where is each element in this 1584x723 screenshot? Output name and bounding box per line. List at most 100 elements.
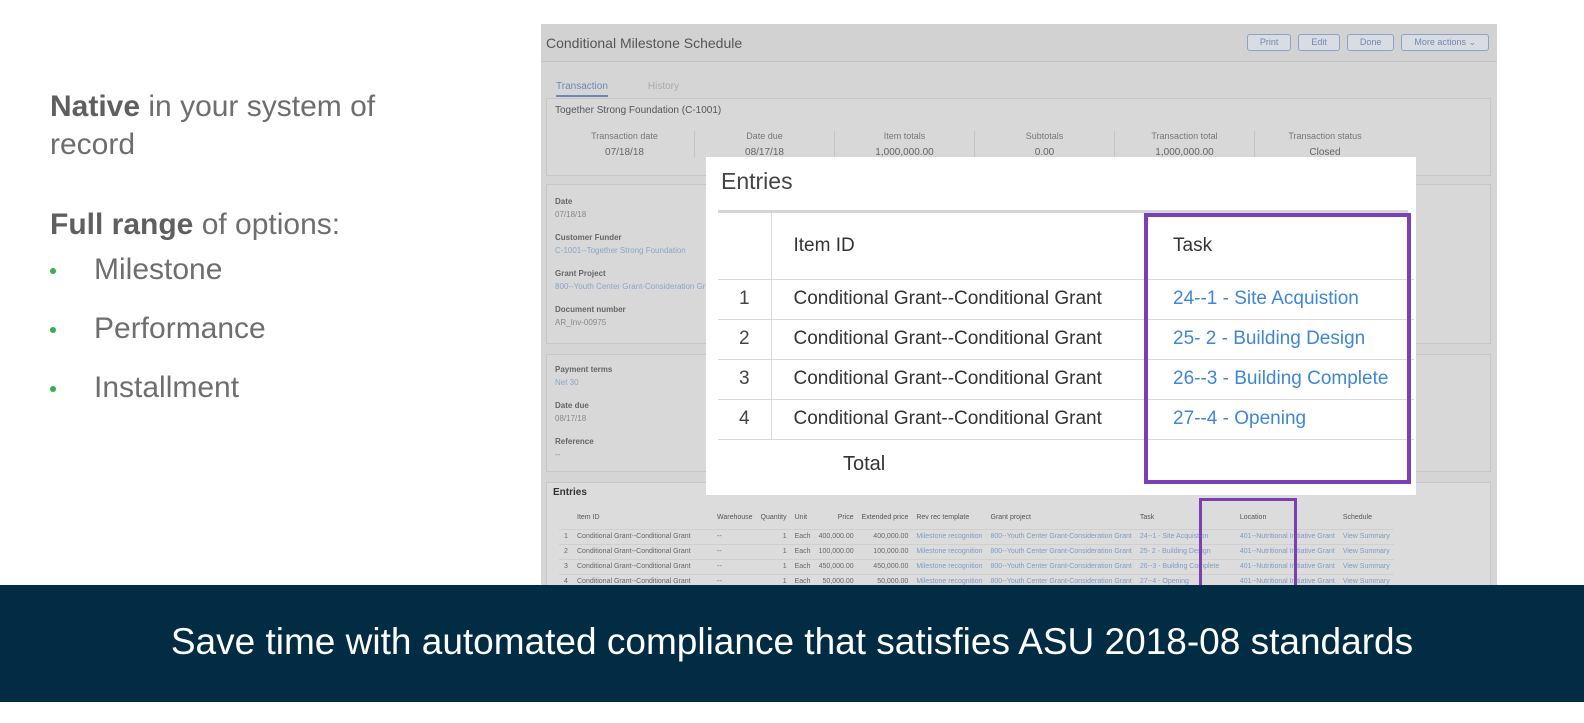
stat-value: 07/18/18 (605, 147, 644, 158)
payment-terms-link[interactable]: Net 30 (555, 378, 612, 387)
native-bold: Native (50, 90, 141, 123)
field-label: Date due (555, 401, 589, 410)
entries-zoom-callout: Entries Item ID Task 1 Conditional Grant… (706, 157, 1416, 495)
zoom-cell-item: Conditional Grant--Conditional Grant (771, 359, 1149, 400)
print-button[interactable]: Print (1246, 34, 1292, 51)
tab-transaction[interactable]: Transaction (556, 81, 608, 97)
field-payment-terms: Payment terms Net 30 (555, 365, 612, 387)
cell-warehouse: -- (713, 543, 757, 559)
cell-grant-project-link[interactable]: 800--Youth Center Grant-Consideration Gr… (986, 558, 1136, 574)
record-actions: Print Edit Done More actions ⌄ (1246, 34, 1489, 51)
zoom-total-spacer (718, 439, 771, 489)
edit-button[interactable]: Edit (1298, 34, 1340, 51)
stat-label: Transaction date (591, 131, 658, 141)
stat-label: Transaction status (1288, 131, 1362, 141)
field-value: AR_Inv-00975 (555, 318, 607, 327)
stat-transaction-total: Transaction total 1,000,000.00 (1115, 131, 1255, 158)
field-customer-funder: Customer Funder C-1001--Together Strong F… (555, 233, 686, 255)
zoom-cell-item: Conditional Grant--Conditional Grant (771, 279, 1149, 320)
zoom-title: Entries (721, 168, 793, 194)
zoom-total-label: Total (843, 452, 886, 475)
field-grant-project: Grant Project 800--Youth Center Grant-Con… (555, 269, 710, 291)
cell-index: 1 (559, 528, 573, 544)
field-value: 07/18/18 (555, 210, 587, 219)
cell-item-id: Conditional Grant--Conditional Grant (573, 558, 713, 574)
cell-grant-project-link[interactable]: 800--Youth Center Grant-Consideration Gr… (986, 528, 1136, 544)
bullet-icon (50, 327, 56, 333)
col-rev-rec-template: Rev rec template (916, 514, 970, 522)
list-item: Milestone (50, 252, 470, 288)
col-item-id: Item ID (577, 514, 600, 522)
customer-funder-link[interactable]: C-1001--Together Strong Foundation (555, 246, 686, 255)
zoom-cell-index: 4 (718, 399, 772, 440)
field-value: 08/17/18 (555, 414, 587, 423)
record-tabs: Transaction History (556, 81, 679, 97)
bottom-banner: Save time with automated compliance that… (0, 585, 1584, 702)
field-label: Document number (555, 305, 626, 314)
col-price: Price (837, 514, 854, 522)
range-line: Full range of options: (50, 206, 470, 244)
cell-extended-price: 450,000.00 (857, 558, 913, 574)
grant-project-link[interactable]: 800--Youth Center Grant-Consideration Gr… (555, 282, 710, 291)
field-date-due: Date due 08/17/18 (555, 401, 589, 423)
col-schedule: Schedule (1342, 514, 1373, 522)
cell-extended-price: 400,000.00 (857, 528, 913, 544)
cell-quantity: 1 (756, 558, 791, 574)
cell-item-id: Conditional Grant--Conditional Grant (573, 543, 713, 559)
customer-header: Together Strong Foundation (C-1001) (555, 105, 722, 116)
field-reference: Reference -- (555, 437, 594, 459)
more-actions-button[interactable]: More actions ⌄ (1401, 34, 1489, 51)
cell-warehouse: -- (713, 558, 757, 574)
cell-quantity: 1 (756, 528, 791, 544)
bullet-icon (50, 268, 56, 274)
cell-price: 450,000.00 (814, 558, 858, 574)
field-label: Reference (555, 437, 594, 446)
native-line-2: record (50, 128, 136, 161)
zoom-col-item-id: Item ID (771, 213, 1149, 280)
stat-label: Date due (746, 131, 783, 141)
entries-panel: Entries Item ID Warehouse Quantity Unit … (546, 482, 1491, 590)
zoom-cell-item: Conditional Grant--Conditional Grant (771, 319, 1149, 360)
tab-history[interactable]: History (648, 81, 679, 97)
task-column-highlight (1199, 498, 1297, 590)
bullet-icon (50, 386, 56, 392)
view-summary-link[interactable]: View Summary (1338, 558, 1394, 574)
cell-extended-price: 100,000.00 (857, 543, 913, 559)
cell-rev-rec-link[interactable]: Milestone recognition (912, 528, 987, 544)
entries-label: Entries (553, 487, 587, 498)
zoom-task-highlight (1144, 213, 1411, 484)
view-summary-link[interactable]: View Summary (1338, 528, 1394, 544)
col-warehouse: Warehouse (717, 514, 753, 522)
options-list: Milestone Performance Installment (50, 252, 470, 406)
cell-grant-project-link[interactable]: 800--Youth Center Grant-Consideration Gr… (986, 543, 1136, 559)
stat-subtotals: Subtotals 0.00 (975, 131, 1115, 158)
field-value: -- (555, 450, 561, 459)
banner-text: Save time with automated compliance that… (170, 621, 1414, 662)
col-quantity: Quantity (760, 514, 787, 522)
zoom-cell-index: 1 (718, 279, 772, 320)
view-summary-link[interactable]: View Summary (1338, 543, 1394, 559)
field-label: Grant Project (555, 269, 606, 278)
field-document-number: Document number AR_Inv-00975 (555, 305, 626, 327)
range-bold: Full range (50, 208, 194, 241)
col-grant-project: Grant project (990, 514, 1031, 522)
list-item: Installment (50, 370, 470, 406)
field-label: Date (555, 197, 573, 206)
zoom-cell-item: Conditional Grant--Conditional Grant (771, 399, 1149, 440)
zoom-cell-index: 2 (718, 319, 772, 360)
field-label: Customer Funder (555, 233, 622, 242)
option-label: Milestone (94, 253, 223, 286)
stat-date-due: Date due 08/17/18 (695, 131, 835, 158)
option-label: Installment (94, 371, 240, 404)
cell-unit: Each (790, 558, 815, 574)
col-extended-price: Extended price (861, 514, 909, 522)
cell-rev-rec-link[interactable]: Milestone recognition (912, 543, 987, 559)
list-item: Performance (50, 311, 470, 347)
done-button[interactable]: Done (1346, 34, 1395, 51)
stats-row: Transaction date 07/18/18 Date due 08/17/1… (555, 131, 1482, 158)
cell-rev-rec-link[interactable]: Milestone recognition (912, 558, 987, 574)
field-date: Date 07/18/18 (555, 197, 586, 219)
cell-price: 400,000.00 (814, 528, 858, 544)
stat-item-totals: Item totals 1,000,000.00 (835, 131, 975, 158)
cell-index: 2 (559, 543, 573, 559)
